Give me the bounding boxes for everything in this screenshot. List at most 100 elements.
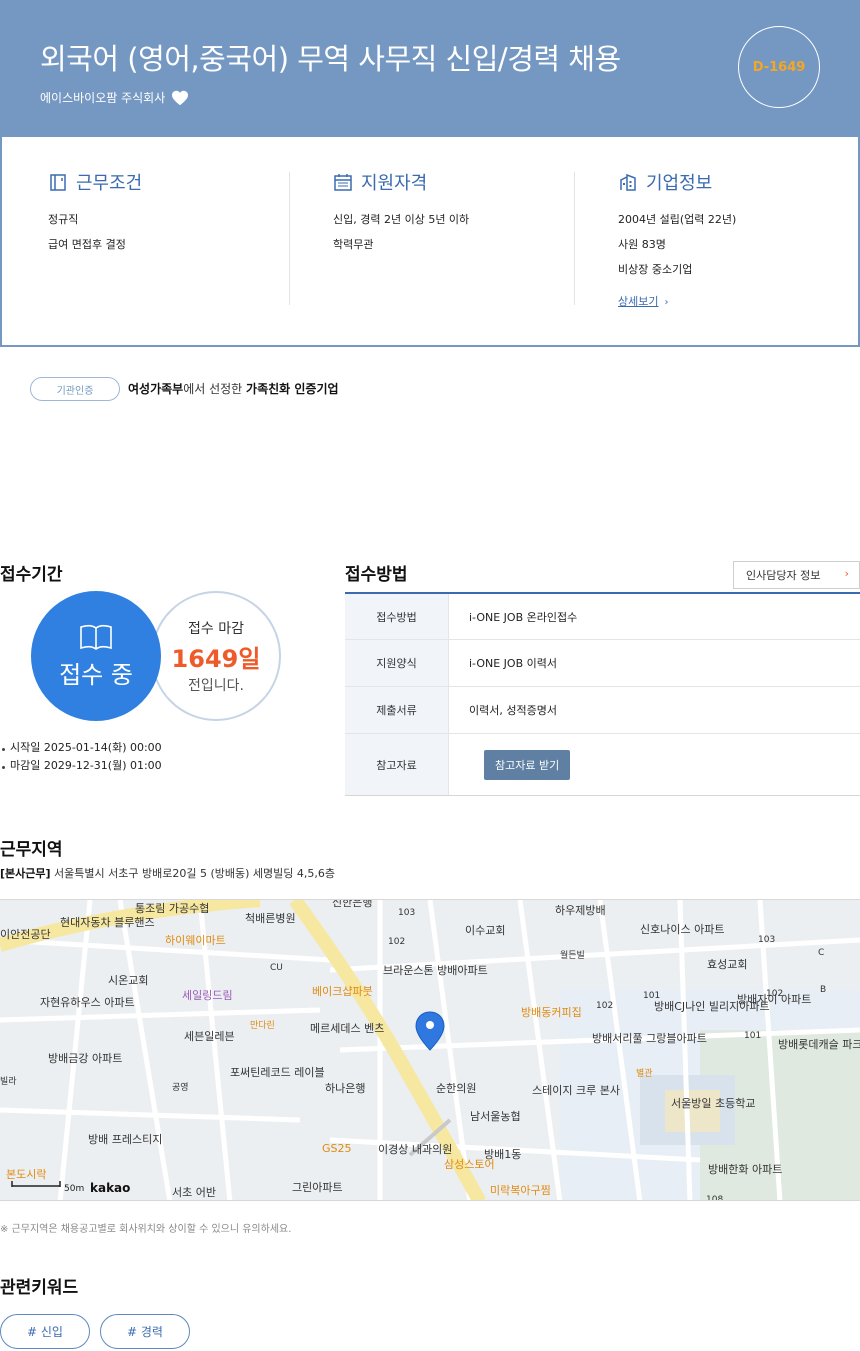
divider: [574, 172, 575, 305]
map-label: 102: [766, 989, 783, 999]
company-type: 비상장 중소기업: [618, 263, 693, 276]
map-label: 미락복아구찜: [490, 1184, 551, 1197]
deadline-circle: 접수 마감 1649일 전입니다.: [151, 591, 281, 721]
keyword-tag[interactable]: # 경력: [100, 1314, 190, 1349]
company-info-title: 기업정보: [646, 173, 713, 194]
map-label: 세븐일레븐: [184, 1029, 235, 1043]
status-circle: 접수 중: [31, 591, 161, 721]
table-row: 접수방법 i-ONE JOB 온라인접수: [345, 594, 860, 640]
map-label: 세일링드림: [182, 988, 233, 1002]
calendar-icon: [334, 174, 352, 191]
map-label: 이안전공단: [0, 928, 51, 941]
company-name[interactable]: 에이스바이오팜 주식회사: [40, 89, 165, 106]
address-tag: [본사근무]: [0, 867, 51, 880]
experience-requirement: 신입, 경력 2년 이상 5년 이하: [333, 213, 470, 226]
map-label: 본도시락: [6, 1168, 46, 1181]
map-label: 통조림 가공수협: [135, 902, 209, 915]
map-scale: 50m: [64, 1184, 84, 1194]
map-label: 방배한화 아파트: [708, 1163, 782, 1176]
map-label: 서울방일 초등학교: [671, 1096, 755, 1110]
map-label: 이경상 내과의원: [378, 1143, 452, 1156]
map-label: 스테이지 크루 본사: [532, 1084, 620, 1097]
status-label: 접수 중: [59, 660, 133, 689]
map-label: 공영: [172, 1082, 189, 1093]
map-label: 방배금강 아파트: [48, 1052, 122, 1065]
deadline-days: 1649일: [171, 644, 261, 673]
chevron-right-icon: ›: [844, 567, 849, 580]
qualifications: 지원자격 신입, 경력 2년 이상 5년 이하 학력무관: [333, 169, 573, 257]
address-text: 서울특별시 서초구 방배로20길 5 (방배동) 세명빌딩 4,5,6층: [54, 867, 335, 880]
method-title: 접수방법: [345, 565, 408, 585]
chevron-right-icon: ›: [664, 297, 669, 308]
map-label: B: [820, 985, 826, 995]
map-label: C: [818, 948, 824, 958]
map-canvas[interactable]: 50m kakao 통조림 가공수협현대자동차 블루핸즈하이웨이마트척배른병원신…: [0, 900, 860, 1201]
reference-download-button[interactable]: 참고자료 받기: [484, 749, 571, 780]
map-label: 브라운스톤 방배아파트: [383, 964, 488, 977]
book-icon: [80, 624, 112, 650]
table-row: 제출서류 이력서, 성적증명서: [345, 687, 860, 734]
employment-type: 정규직: [48, 213, 79, 226]
keyword-tag[interactable]: # 신입: [0, 1314, 90, 1349]
location-map[interactable]: 50m kakao 통조림 가공수협 현대자동차 블루핸즈 하이웨이마트 척배른병원 신…: [0, 899, 860, 1201]
period-dates: 시작일 2025-01-14(화) 00:00 마감일 2029-12-31(월…: [0, 739, 162, 775]
map-label: 방배서리풀 그랑블아파트: [592, 1032, 707, 1045]
map-label: GS25: [322, 1142, 352, 1155]
map-label: 방배1동: [484, 1148, 521, 1161]
map-label: 남서울농협: [470, 1110, 521, 1123]
method-table: 접수방법 i-ONE JOB 온라인접수 지원양식 i-ONE JOB 이력서 …: [345, 592, 860, 796]
map-label: 108: [706, 1195, 723, 1201]
map-label: 방배롯데캐슬 파크아파트: [778, 1038, 860, 1051]
map-label: 103: [758, 935, 775, 945]
map-label: 서초 어반: [172, 1186, 216, 1199]
cert-org: 여성가족부: [128, 382, 184, 396]
work-conditions: 근무조건 정규직 급여 면접후 결정: [48, 169, 288, 257]
map-brand: kakao: [90, 1181, 130, 1195]
hr-contact-button[interactable]: 인사담당자 정보 ›: [733, 561, 860, 589]
map-label: 하이웨이마트: [165, 933, 226, 947]
education-requirement: 학력무관: [333, 238, 374, 251]
job-header: 외국어 (영어,중국어) 무역 사무직 신입/경력 채용 에이스바이오팜 주식회…: [0, 0, 860, 137]
map-label: 신한은행: [332, 900, 372, 909]
map-label: CU: [270, 963, 283, 973]
map-label: 효성교회: [707, 958, 747, 971]
map-label: 그린아파트: [292, 1181, 343, 1194]
map-label: 102: [596, 1001, 613, 1011]
map-label: 하나은행: [325, 1081, 365, 1095]
end-date: 마감일 2029-12-31(월) 01:00: [0, 757, 162, 775]
heart-icon[interactable]: [171, 90, 189, 106]
map-label: 방배 프레스티지: [88, 1133, 162, 1146]
map-label: 빌라: [0, 1076, 17, 1087]
location-note: ※ 근무지역은 채용공고별로 회사위치와 상이할 수 있으니 유의하세요.: [0, 1224, 292, 1235]
founded: 2004년 설립(업력 22년): [618, 213, 737, 226]
deadline-bottom: 전입니다.: [188, 677, 244, 694]
map-label: 방배동커피집: [521, 1006, 582, 1019]
cert-award: 가족친화 인증기업: [246, 382, 339, 396]
map-label: 만다린: [250, 1020, 275, 1031]
work-conditions-title: 근무조건: [76, 173, 143, 194]
row-label: 참고자료: [345, 734, 449, 795]
start-date: 시작일 2025-01-14(화) 00:00: [0, 739, 162, 757]
job-summary-box: 근무조건 정규직 급여 면접후 결정 지원자격 신입, 경력 2년 이상 5년 …: [0, 137, 860, 347]
row-label: 제출서류: [345, 687, 449, 733]
map-label: 메르세데스 벤츠: [310, 1022, 384, 1035]
map-label: 이수교회: [465, 924, 505, 937]
company-detail-link[interactable]: 상세보기 ›: [618, 293, 668, 309]
table-row: 참고자료 참고자료 받기: [345, 734, 860, 795]
job-title: 외국어 (영어,중국어) 무역 사무직 신입/경력 채용: [40, 42, 621, 76]
map-label: 101: [744, 1031, 761, 1041]
qualifications-title: 지원자격: [361, 173, 428, 194]
map-label: 자현유하우스 아파트: [40, 995, 135, 1009]
map-label: 시온교회: [108, 974, 148, 987]
map-label: 102: [388, 937, 405, 947]
map-label: 포써틴레코드 레이블: [230, 1066, 325, 1079]
deadline-top: 접수 마감: [188, 620, 244, 637]
map-label: 별관: [636, 1068, 653, 1079]
employee-count: 사원 83명: [618, 238, 666, 251]
period-title: 접수기간: [0, 565, 63, 585]
work-address: [본사근무] 서울특별시 서초구 방배로20길 5 (방배동) 세명빌딩 4,5…: [0, 865, 335, 881]
certification-badge: 기관인증: [30, 377, 120, 401]
map-label: 순한의원: [436, 1082, 476, 1095]
certification-text: 여성가족부에서 선정한 가족친화 인증기업: [128, 382, 339, 396]
map-label: 척배른병원: [245, 912, 296, 925]
